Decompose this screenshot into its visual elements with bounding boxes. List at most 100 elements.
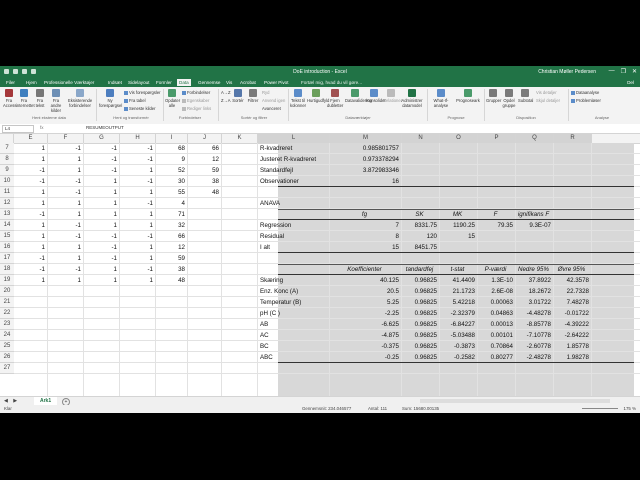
properties-button[interactable]: Egenskaber — [182, 98, 209, 103]
anova-row-label[interactable]: Residual — [258, 231, 329, 242]
coef-value[interactable]: 22.7328 — [554, 286, 589, 297]
cell-value[interactable]: 32 — [156, 220, 185, 231]
cell-value[interactable]: -1 — [120, 176, 153, 187]
cell-value[interactable]: -1 — [120, 231, 153, 242]
cell-value[interactable]: 1 — [48, 198, 81, 209]
anova-value[interactable]: 9.3E-07 — [516, 220, 551, 231]
cell-value[interactable]: 1 — [48, 275, 81, 286]
tab-acrobat[interactable]: Acrobat — [238, 79, 258, 86]
cell-value[interactable]: 4 — [156, 198, 185, 209]
coef-row-label[interactable]: AC — [258, 330, 329, 341]
coef-value[interactable]: 3.01722 — [516, 297, 551, 308]
column-header-j[interactable]: J — [188, 134, 222, 143]
cell-value[interactable]: 48 — [156, 275, 185, 286]
cell-value[interactable]: 1 — [14, 231, 45, 242]
tab-review[interactable]: Gennemse — [196, 79, 222, 86]
data-validation-button[interactable]: Datavalidering — [345, 89, 372, 103]
cell-value[interactable]: 1 — [120, 165, 153, 176]
column-header-p[interactable]: P — [478, 134, 516, 143]
coef-value[interactable]: 0.00101 — [478, 330, 513, 341]
cell-value[interactable]: -1 — [14, 253, 45, 264]
cell-value[interactable]: -1 — [48, 176, 81, 187]
column-header-f[interactable]: F — [48, 134, 84, 143]
cell-value[interactable]: 1 — [120, 275, 153, 286]
row-header-12[interactable]: 12 — [0, 198, 14, 209]
tab-data[interactable]: Data — [177, 79, 191, 86]
coef-value[interactable]: 0.70864 — [478, 341, 513, 352]
column-header-m[interactable]: M — [330, 134, 402, 143]
coef-value[interactable]: 42.3578 — [554, 275, 589, 286]
coef-value[interactable]: 0.96825 — [402, 341, 437, 352]
cell-value[interactable] — [188, 264, 219, 275]
other-sources-button[interactable]: Fra andre kilder — [48, 89, 64, 113]
row-header-18[interactable]: 18 — [0, 264, 14, 275]
coef-value[interactable]: -7.10778 — [516, 330, 551, 341]
coef-value[interactable]: 21.1723 — [440, 286, 475, 297]
coef-value[interactable]: 0.96825 — [402, 308, 437, 319]
coef-row-label[interactable]: Enz. Konc (A) — [258, 286, 329, 297]
column-header-o[interactable]: O — [440, 134, 478, 143]
cell-value[interactable]: -1 — [48, 264, 81, 275]
filter-button[interactable]: Filtrer — [247, 89, 259, 103]
row-header-19[interactable]: 19 — [0, 275, 14, 286]
anova-value[interactable]: 15 — [440, 231, 475, 242]
cell-value[interactable]: -1 — [48, 231, 81, 242]
tab-professional-tools[interactable]: Professionelle Værktøjer — [42, 79, 96, 86]
share-button[interactable]: Del — [627, 80, 634, 85]
cell-value[interactable] — [188, 198, 219, 209]
tab-power-pivot[interactable]: Power Pivot — [262, 79, 291, 86]
stat-label[interactable]: Standardfejl — [258, 165, 329, 176]
cell-value[interactable] — [188, 275, 219, 286]
cell-value[interactable] — [188, 253, 219, 264]
manage-data-model-button[interactable]: Administrer datamodel — [400, 89, 424, 108]
cell-value[interactable]: 1 — [120, 242, 153, 253]
coef-value[interactable]: -0.01722 — [554, 308, 589, 319]
zoom-level[interactable]: 175 % — [624, 406, 636, 411]
remove-duplicates-button[interactable]: Fjern dubletter — [327, 89, 343, 108]
anova-title[interactable]: ANAVA — [258, 198, 329, 209]
row-header-26[interactable]: 26 — [0, 352, 14, 363]
coef-row-label[interactable]: Skæring — [258, 275, 329, 286]
cell-value[interactable]: 1 — [120, 220, 153, 231]
row-header-22[interactable]: 22 — [0, 308, 14, 319]
anova-row-label[interactable]: Regression — [258, 220, 329, 231]
row-header-27[interactable]: 27 — [0, 363, 14, 374]
hide-detail-button[interactable]: Skjul detaljer — [536, 98, 560, 103]
solver-button[interactable]: Problemløser — [571, 98, 601, 103]
cell-value[interactable]: 1 — [14, 242, 45, 253]
cell-value[interactable]: -1 — [48, 220, 81, 231]
cell-value[interactable]: 52 — [156, 165, 185, 176]
column-header-e[interactable]: E — [14, 134, 48, 143]
coef-value[interactable]: -2.64222 — [554, 330, 589, 341]
relations-button[interactable]: Relationer — [383, 89, 402, 103]
cell-value[interactable]: -1 — [120, 198, 153, 209]
tab-formulas[interactable]: Formler — [154, 79, 174, 86]
new-query-button[interactable]: Ny forespørgsel — [99, 89, 122, 108]
cell-value[interactable]: 68 — [156, 143, 185, 154]
coef-value[interactable]: 20.5 — [330, 286, 399, 297]
column-header-h[interactable]: H — [120, 134, 156, 143]
cell-value[interactable]: 1 — [48, 242, 81, 253]
cell-value[interactable]: 1 — [84, 209, 117, 220]
from-access-button[interactable]: Fra Access — [3, 89, 17, 108]
what-if-analysis-button[interactable]: What-If-analyse — [429, 89, 453, 108]
data-analysis-button[interactable]: Dataanalyse — [571, 90, 599, 95]
cell-value[interactable]: 1 — [14, 187, 45, 198]
coef-value[interactable]: -4.48278 — [516, 308, 551, 319]
zoom-slider[interactable] — [582, 408, 618, 409]
coef-value[interactable]: -2.32379 — [440, 308, 475, 319]
cell-value[interactable]: -1 — [14, 165, 45, 176]
cell-value[interactable]: 1 — [48, 253, 81, 264]
coef-value[interactable]: -4.39222 — [554, 319, 589, 330]
reapply-button[interactable]: Anvend igen — [262, 98, 285, 103]
stat-label[interactable]: Justeret R-kvadreret — [258, 154, 329, 165]
row-header-13[interactable]: 13 — [0, 209, 14, 220]
row-header-14[interactable]: 14 — [0, 220, 14, 231]
row-header-24[interactable]: 24 — [0, 330, 14, 341]
coef-value[interactable]: 37.8922 — [516, 275, 551, 286]
minimize-button[interactable]: — — [609, 68, 615, 75]
cells[interactable]: 1 -1 -1 -1 68 66 1 1 -1 -1 9 12 -1 1 -1 1 52 59 -1 -1 1 -1 30 3… — [14, 143, 640, 396]
anova-value[interactable]: 8331.75 — [402, 220, 437, 231]
cell-value[interactable]: -1 — [84, 253, 117, 264]
row-header-7[interactable]: 7 — [0, 143, 14, 154]
